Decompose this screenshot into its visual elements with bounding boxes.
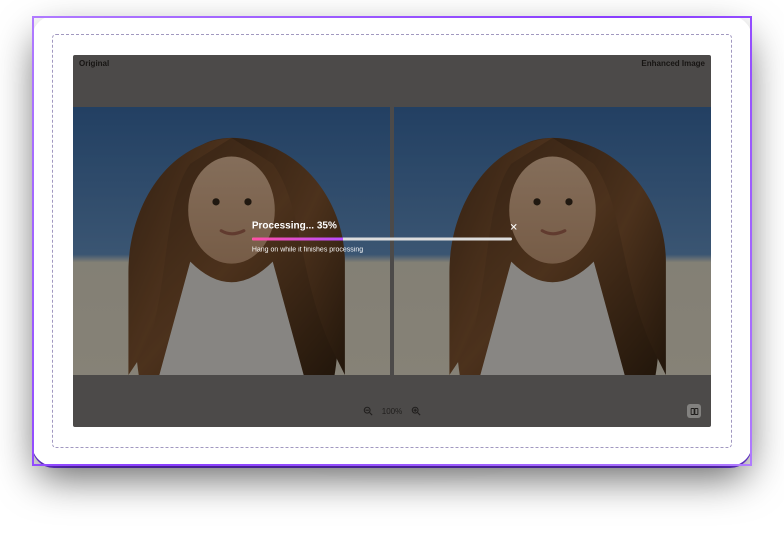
enhanced-label: Enhanced Image <box>641 59 705 68</box>
progress-bar-fill <box>252 237 343 240</box>
close-modal-button[interactable]: ✕ <box>509 222 517 233</box>
original-label: Original <box>79 59 109 68</box>
showcase-frame: Original Enhanced Image <box>32 16 752 466</box>
processing-hint: Hang on while it finishes processing <box>252 246 512 253</box>
zoom-toolbar: 100% <box>73 405 711 417</box>
zoom-in-button[interactable] <box>410 405 422 417</box>
zoom-level-label: 100% <box>382 407 402 416</box>
compare-toggle-button[interactable] <box>687 404 701 418</box>
compare-split-icon <box>690 407 699 416</box>
zoom-out-button[interactable] <box>362 405 374 417</box>
processing-modal: ✕ Processing... 35% Hang on while it fin… <box>252 220 512 253</box>
dashed-container: Original Enhanced Image <box>52 34 732 448</box>
zoom-in-icon <box>411 406 421 416</box>
processing-title: Processing... 35% <box>252 220 512 231</box>
progress-bar-track <box>252 237 512 240</box>
zoom-out-icon <box>363 406 373 416</box>
